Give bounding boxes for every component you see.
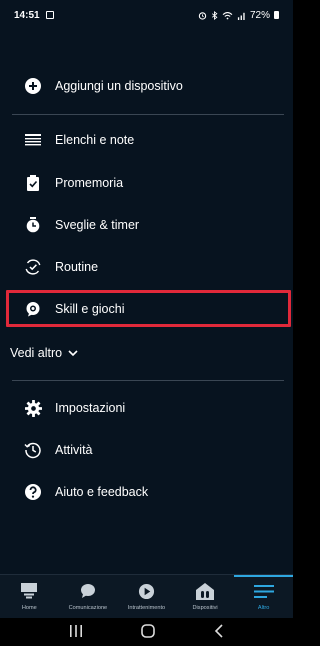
alarm-status-icon (198, 11, 207, 20)
clipboard-check-icon (24, 174, 42, 192)
gear-icon (24, 399, 42, 417)
tab-label: Altro (257, 605, 270, 611)
tab-more[interactable]: Altro (234, 575, 293, 618)
tab-communication[interactable]: Comunicazione (59, 575, 118, 618)
menu-label-reminders: Promemoria (55, 176, 124, 190)
tab-label: Intrattenimento (127, 605, 166, 611)
devices-icon (194, 581, 216, 601)
divider (12, 380, 284, 381)
status-time: 14:51 (14, 9, 40, 21)
routine-check-icon (24, 258, 42, 276)
home-icon (18, 581, 40, 601)
menu-item-settings[interactable]: Impostazioni (0, 388, 293, 428)
highlight-box (6, 290, 291, 327)
more-lines-icon (253, 581, 275, 601)
menu-item-add-device[interactable]: Aggiungi un dispositivo (0, 66, 293, 106)
chat-bubble-icon (77, 581, 99, 601)
home-system-button[interactable] (141, 623, 156, 641)
battery-percent: 72% (249, 9, 270, 21)
menu-item-activity[interactable]: Attività (0, 430, 293, 470)
menu-label-settings: Impostazioni (55, 401, 126, 415)
chevron-down-icon (68, 349, 78, 356)
gallery-notification-icon (45, 11, 54, 19)
menu-item-lists[interactable]: Elenchi e note (0, 120, 293, 160)
wifi-icon (222, 11, 233, 19)
play-icon (135, 581, 157, 601)
list-icon (24, 131, 42, 149)
see-more-toggle[interactable]: Vedi altro (10, 340, 78, 366)
tab-home[interactable]: Home (0, 575, 59, 618)
app-screen: 14:51 72% Aggiungi un dispositivo Elench… (0, 0, 293, 646)
menu-label-help: Aiuto e feedback (55, 485, 149, 499)
see-more-label: Vedi altro (10, 346, 63, 360)
tab-label: Dispositivi (192, 605, 218, 611)
tab-entertainment[interactable]: Intrattenimento (117, 575, 176, 618)
tab-label: Home (21, 605, 37, 611)
bottom-tab-bar: Home Comunicazione Intrattenimento Dispo… (0, 574, 293, 618)
battery-icon (274, 11, 279, 19)
signal-icon (237, 12, 245, 20)
bluetooth-icon (211, 10, 218, 20)
help-circle-icon (24, 483, 42, 501)
menu-label-add-device: Aggiungi un dispositivo (55, 79, 183, 93)
recent-apps-button[interactable] (69, 624, 83, 640)
menu-label-lists: Elenchi e note (55, 133, 135, 147)
menu-label-routines: Routine (55, 260, 99, 274)
menu-item-help[interactable]: Aiuto e feedback (0, 472, 293, 512)
status-right: 72% (198, 10, 279, 21)
menu-item-reminders[interactable]: Promemoria (0, 163, 293, 203)
menu-item-routines[interactable]: Routine (0, 247, 293, 287)
divider (12, 114, 284, 115)
back-button[interactable] (214, 623, 224, 641)
menu-label-activity: Attività (55, 443, 93, 457)
menu-item-alarms[interactable]: Sveglie & timer (0, 205, 293, 245)
alarm-clock-icon (24, 216, 42, 234)
history-icon (24, 441, 42, 459)
tab-label: Comunicazione (68, 605, 108, 611)
add-circle-icon (24, 77, 42, 95)
tab-devices[interactable]: Dispositivi (176, 575, 235, 618)
status-bar: 14:51 72% (0, 0, 293, 30)
system-navigation-bar (0, 618, 293, 646)
menu-label-alarms: Sveglie & timer (55, 218, 140, 232)
